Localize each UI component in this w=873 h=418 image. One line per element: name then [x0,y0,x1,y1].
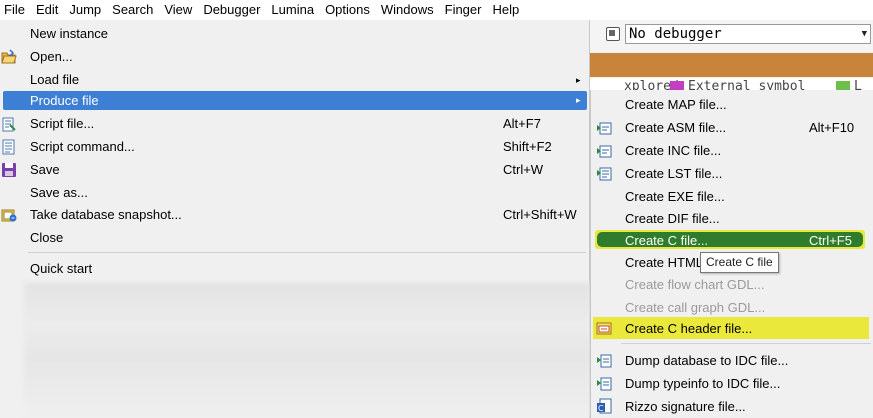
menu-search[interactable]: Search [107,0,159,20]
menu-item-load-file[interactable]: Load file ▸ [0,69,588,91]
submenu-item-create-asm[interactable]: Create ASM file... Alt+F10 [591,116,873,138]
menu-item-shortcut: Shift+F2 [503,139,552,154]
submenu-item-label: Dump typeinfo to IDC file... [625,376,781,391]
navigation-band [590,53,873,77]
menu-item-label: Produce file [30,93,99,108]
rizzo-icon: C [596,398,612,414]
submenu-arrow-icon: ▸ [576,75,581,85]
submenu-item-label: Create EXE file... [625,189,725,204]
menu-finger[interactable]: Finger [440,0,488,20]
submenu-item-label: Create C file... [625,233,709,248]
submenu-item-label: Dump database to IDC file... [625,353,789,368]
menu-item-take-snapshot[interactable]: Take database snapshot... Ctrl+Shift+W [0,204,588,226]
dump-typeinfo-icon [596,375,612,391]
submenu-item-label: Create ASM file... [625,120,727,135]
submenu-item-dump-database[interactable]: Dump database to IDC file... [591,349,873,371]
menu-windows[interactable]: Windows [376,0,440,20]
menu-item-label: Save [30,162,60,177]
submenu-item-shortcut: Ctrl+F5 [809,233,852,248]
submenu-item-label: Create INC file... [625,143,722,158]
submenu-item-label: Create DIF file... [625,211,720,226]
menu-item-new-instance[interactable]: New instance [0,23,588,45]
submenu-item-create-lst[interactable]: Create LST file... [591,162,873,184]
asm-file-icon [596,119,612,135]
submenu-item-label: Create LST file... [625,166,723,181]
menu-item-label: Close [30,230,64,245]
script-command-icon [1,139,17,155]
open-folder-icon [1,49,17,65]
menu-item-save[interactable]: Save Ctrl+W [0,159,588,181]
submenu-item-label: Create C header file... [625,321,753,336]
dump-database-icon [596,352,612,368]
menu-file[interactable]: File [0,0,31,20]
debugger-select[interactable]: No debugger ▼ [625,24,871,44]
menu-debugger[interactable]: Debugger [198,0,266,20]
script-file-icon [1,116,17,132]
submenu-item-create-c[interactable]: Create C file... Ctrl+F5 [591,229,873,251]
submenu-item-create-call-graph: Create call graph GDL... [591,296,873,318]
menu-item-label: New instance [30,26,109,41]
file-menu: New instance Open... Load file ▸ Produce… [0,20,590,418]
menu-item-open[interactable]: Open... [0,46,588,68]
menu-item-produce-file[interactable]: Produce file ▸ [3,91,587,110]
menu-item-label: Take database snapshot... [30,207,182,222]
snapshot-icon [1,207,17,223]
chevron-down-icon: ▼ [861,29,867,39]
submenu-item-create-flow-chart: Create flow chart GDL... [591,273,873,295]
lst-file-icon [596,165,612,181]
menu-item-shortcut: Ctrl+W [503,162,544,177]
submenu-item-rizzo-signature[interactable]: C Rizzo signature file... [591,395,873,417]
blurred-area [24,283,590,418]
menu-item-label: Script command... [30,139,135,154]
debugger-stop-icon[interactable] [606,27,620,41]
menu-edit[interactable]: Edit [31,0,64,20]
menu-item-script-file[interactable]: Script file... Alt+F7 [0,113,588,135]
menu-help[interactable]: Help [487,0,525,20]
menu-separator [28,252,586,253]
submenu-item-label: Create MAP file... [625,97,727,112]
menu-item-label: Quick start [30,261,93,276]
menubar: File Edit Jump Search View Debugger Lumi… [0,0,873,21]
menu-item-shortcut: Alt+F7 [503,116,541,131]
menu-item-save-as[interactable]: Save as... [0,182,588,204]
submenu-item-label: Create flow chart GDL... [625,277,765,292]
inc-file-icon [596,142,612,158]
submenu-item-label: Create HTML [625,255,704,270]
submenu-item-dump-typeinfo[interactable]: Dump typeinfo to IDC file... [591,372,873,394]
menu-item-close[interactable]: Close [0,227,588,249]
submenu-separator [621,343,871,344]
menu-view[interactable]: View [159,0,198,20]
menu-item-label: Save as... [30,185,88,200]
c-header-icon [596,320,612,336]
menu-options[interactable]: Options [320,0,376,20]
svg-text:C: C [598,404,604,413]
submenu-item-create-c-header[interactable]: Create C header file... [593,317,869,339]
menu-item-label: Load file [30,72,80,87]
menu-item-script-command[interactable]: Script command... Shift+F2 [0,136,588,158]
submenu-item-create-exe[interactable]: Create EXE file... [591,185,873,207]
submenu-item-create-map[interactable]: Create MAP file... [591,93,873,115]
tooltip: Create C file [700,252,779,273]
submenu-item-shortcut: Alt+F10 [809,120,855,135]
menu-jump[interactable]: Jump [64,0,107,20]
submenu-arrow-icon: ▸ [576,95,581,105]
menu-lumina[interactable]: Lumina [266,0,320,20]
submenu-item-label: Create call graph GDL... [625,300,766,315]
menu-item-shortcut: Ctrl+Shift+W [503,207,577,222]
submenu-item-create-dif[interactable]: Create DIF file... [591,207,873,229]
save-icon [1,162,17,178]
menu-item-quick-start[interactable]: Quick start [0,258,588,280]
submenu-item-create-inc[interactable]: Create INC file... [591,139,873,161]
menu-item-label: Script file... [30,116,95,131]
menu-item-label: Open... [30,49,73,64]
submenu-item-label: Rizzo signature file... [625,399,746,414]
debugger-select-value: No debugger [629,26,722,42]
